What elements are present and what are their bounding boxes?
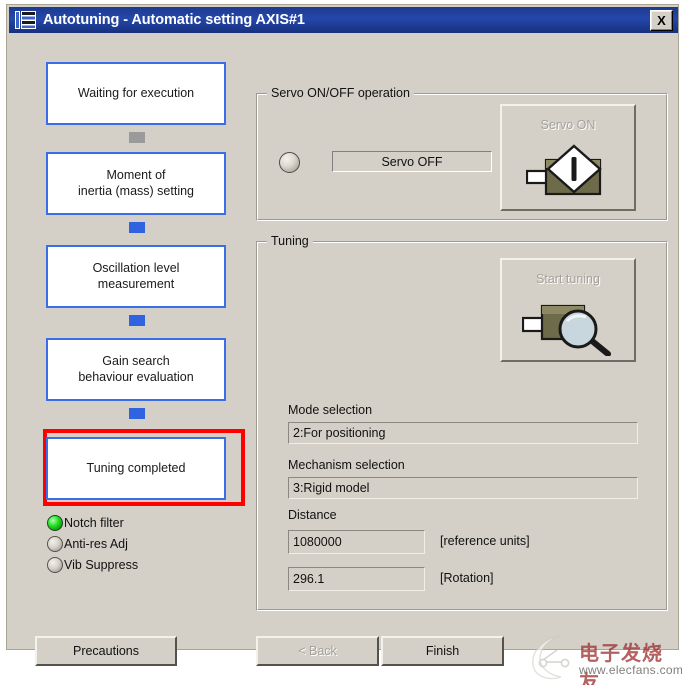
autotuning-dialog: Autotuning - Automatic setting AXIS#1 X … [6,4,682,685]
notch-filter-led-icon [47,514,63,531]
tuning-group-title: Tuning [267,234,313,248]
servo-status-display: Servo OFF [332,151,492,172]
led-row-anti-res-adj: Anti-res Adj [47,533,138,554]
flow-connector-2 [129,222,145,233]
vib-suppress-led-icon [47,556,63,573]
watermark-url: www.elecfans.com [579,663,682,677]
watermark: 电子发烧友 www.elecfans.com [519,629,682,685]
anti-res-adj-led-icon [47,535,63,552]
watermark-logo-icon [532,634,570,680]
progress-flowchart: Waiting for execution Moment of inertia (… [19,35,251,595]
servo-group-title: Servo ON/OFF operation [267,86,414,100]
servo-on-off-group: Servo ON/OFF operation Servo OFF Servo O… [256,86,668,221]
mode-selection-field[interactable]: 2:For positioning [288,422,638,444]
watermark-text: 电子发烧友 [579,641,663,685]
motor-magnifier-icon [521,296,622,361]
flow-connector-4 [129,408,145,419]
flow-step-label: Gain search behaviour evaluation [78,353,194,384]
mechanism-selection-label: Mechanism selection [288,458,405,472]
distance-reference-units-unit: [reference units] [440,534,530,548]
tuning-group: Tuning Start tuning Mode selection 2:For… [256,234,668,611]
close-icon[interactable]: X [650,10,673,31]
servo-lamp-icon [279,152,300,173]
flow-connector-1 [129,132,145,143]
servo-on-button[interactable]: Servo ON [500,104,636,211]
window-title: Autotuning - Automatic setting AXIS#1 [43,12,305,28]
flow-step-label: Moment of inertia (mass) setting [77,167,194,198]
flow-step-label: Oscillation level measurement [92,260,180,291]
flow-step-inertia: Moment of inertia (mass) setting [46,152,226,215]
mode-selection-label: Mode selection [288,403,373,417]
start-tuning-button[interactable]: Start tuning [500,258,636,362]
flow-step-gain-search: Gain search behaviour evaluation [46,338,226,401]
flow-step-label: Tuning completed [86,460,186,475]
status-led-list: Notch filter Anti-res Adj Vib Suppress [47,512,138,575]
led-label: Notch filter [64,515,124,530]
dialog-body: Waiting for execution Moment of inertia (… [9,35,682,685]
distance-rotation-unit: [Rotation] [440,571,494,585]
distance-rotation-field[interactable]: 296.1 [288,567,425,591]
flow-connector-3 [129,315,145,326]
precautions-button[interactable]: Precautions [35,636,177,666]
flow-step-completed: Tuning completed [46,437,226,500]
led-label: Vib Suppress [64,557,139,572]
led-row-notch-filter: Notch filter [47,512,138,533]
led-label: Anti-res Adj [64,536,128,551]
flow-step-label: Waiting for execution [77,85,195,100]
servo-on-button-label: Servo ON [540,118,596,132]
distance-label: Distance [288,508,337,522]
back-button[interactable]: < Back [256,636,379,666]
title-bar: Autotuning - Automatic setting AXIS#1 X [9,7,678,33]
flow-step-oscillation: Oscillation level measurement [46,245,226,308]
mechanism-selection-field[interactable]: 3:Rigid model [288,477,638,499]
distance-reference-units-field[interactable]: 1080000 [288,530,425,554]
app-icon [15,10,37,30]
finish-button[interactable]: Finish [381,636,504,666]
start-tuning-button-label: Start tuning [536,272,600,286]
motor-power-icon [525,144,618,207]
flow-step-waiting: Waiting for execution [46,62,226,125]
led-row-vib-suppress: Vib Suppress [47,554,138,575]
